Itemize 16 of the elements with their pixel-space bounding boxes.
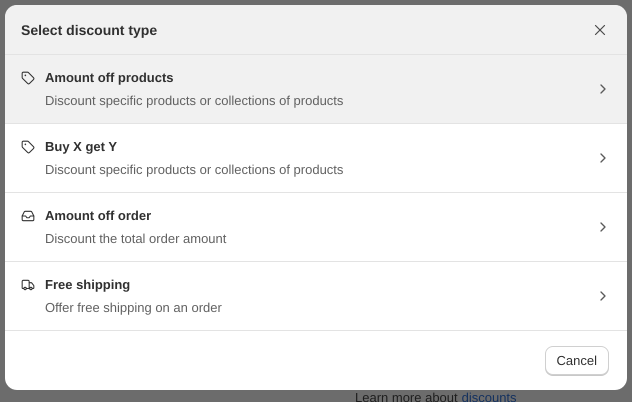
option-description: Discount the total order amount <box>44 231 228 246</box>
option-description: Discount specific products or collections of products <box>44 93 344 108</box>
tag-icon <box>21 70 35 84</box>
cancel-button[interactable]: Cancel <box>544 346 609 375</box>
discount-option[interactable]: Amount off products Discount specific products or collections of products <box>5 55 627 124</box>
option-title: Amount off order <box>45 208 152 223</box>
tray-icon <box>21 208 35 222</box>
truck-icon <box>21 278 35 292</box>
learn-more-text: Learn more about <box>355 390 458 402</box>
option-title: Free shipping <box>45 277 130 292</box>
option-title: Buy X get Y <box>45 139 118 154</box>
dialog-title: Select discount type <box>21 22 158 38</box>
option-title: Amount off products <box>45 70 174 85</box>
tag-icon <box>21 140 35 154</box>
option-description: Offer free shipping on an order <box>44 300 223 315</box>
option-description: Discount specific products or collections of products <box>44 162 344 177</box>
